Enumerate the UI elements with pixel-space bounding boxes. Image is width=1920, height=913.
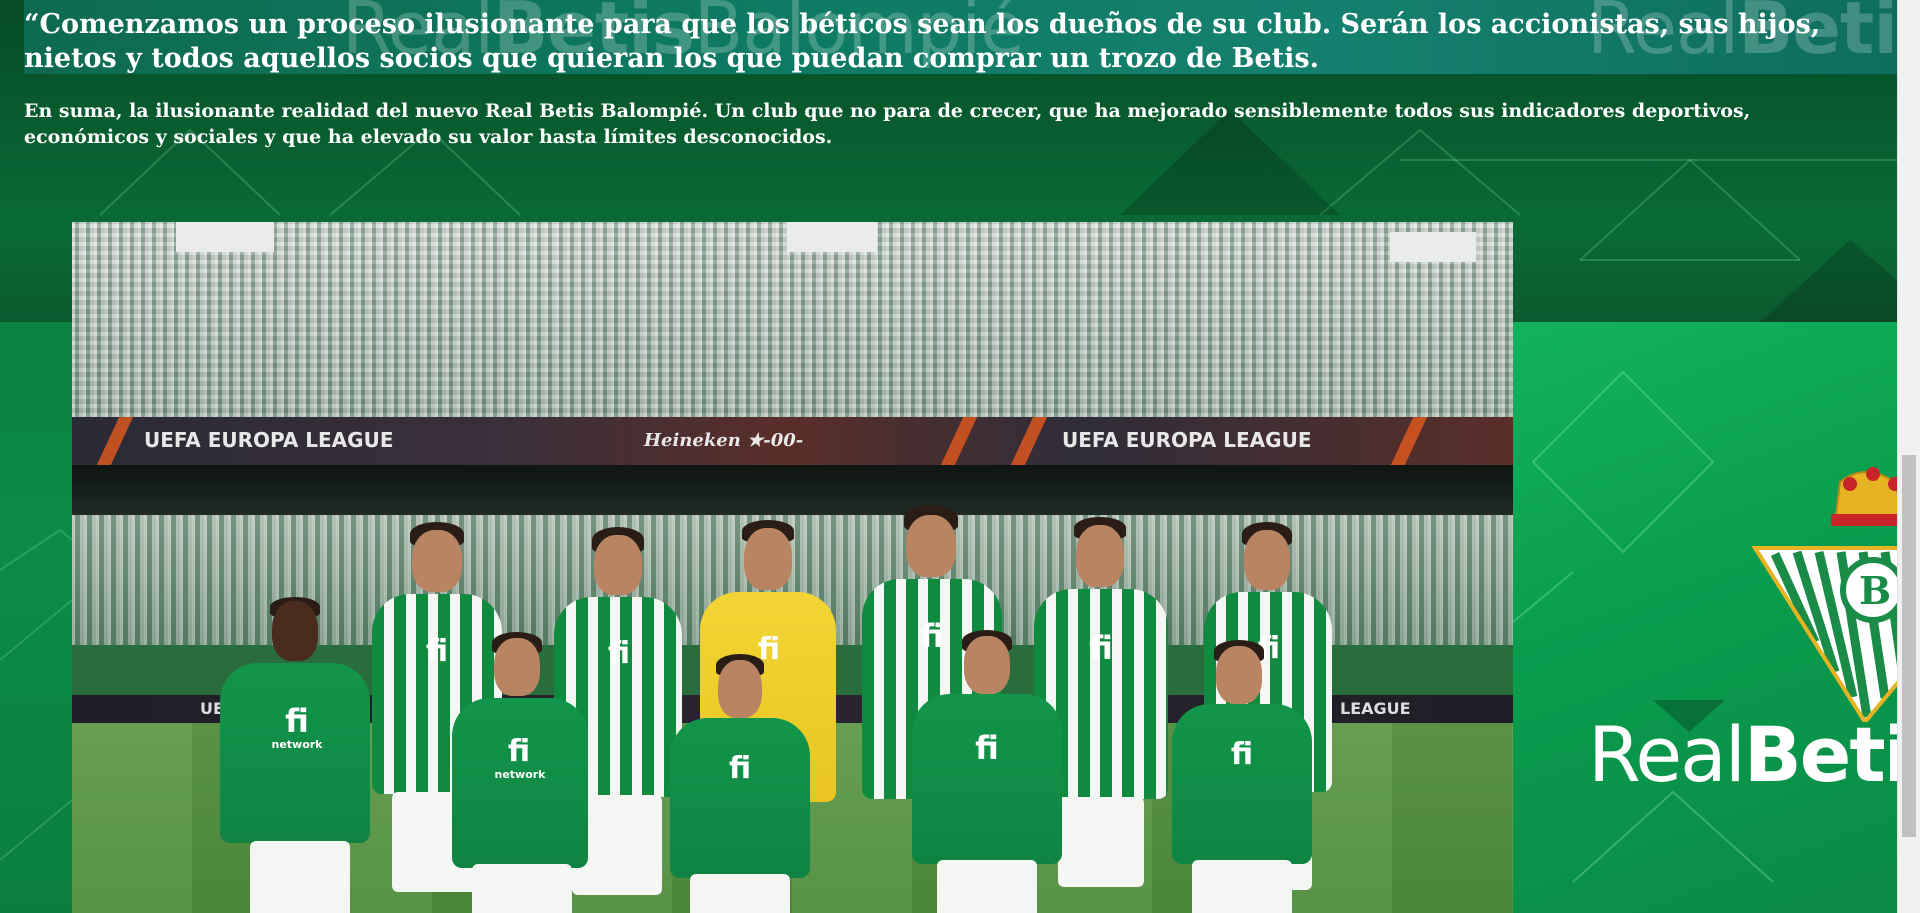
ad-board-text-right: UEFA EUROPA LEAGUE: [1062, 428, 1312, 452]
article-summary: En suma, la ilusionante realidad del nue…: [24, 100, 1751, 148]
player-shirt: [912, 694, 1062, 864]
player-head: [272, 601, 318, 661]
player-shirt: [220, 663, 370, 843]
player-sponsor: fi: [507, 734, 531, 769]
player-head: [906, 515, 956, 577]
player-shorts: [690, 874, 790, 913]
player-head: [1216, 646, 1262, 704]
player-sponsor: fi: [1230, 737, 1254, 772]
player-sponsor-sub: network: [494, 768, 546, 781]
page: B RealBetis RealBetisBalompié RealBetis …: [0, 0, 1920, 913]
player-shirt: [1172, 704, 1312, 864]
player-sponsor: fi: [920, 617, 944, 655]
ad-board-text-center: Heineken ★-00-: [644, 430, 804, 451]
page-scrollbar[interactable]: [1897, 0, 1920, 913]
player-sponsor: fi: [728, 751, 752, 786]
player-sponsor: fi: [975, 729, 999, 767]
ad-stripe: [1010, 417, 1048, 465]
photo-roof-shadow: [72, 465, 1513, 515]
ad-stripe: [940, 417, 978, 465]
photo-stand-structure: [1390, 232, 1476, 262]
ad-stripe: [1390, 417, 1428, 465]
article-quote: “Comenzamos un proceso ilusionante para …: [24, 9, 1821, 74]
player-head: [412, 530, 462, 592]
player-shorts: [472, 864, 572, 913]
pitchside-text-right: LEAGUE: [1340, 699, 1411, 718]
scrollbar-thumb[interactable]: [1902, 455, 1916, 837]
player-shirt: [452, 698, 588, 868]
player-head: [494, 638, 540, 696]
photo-ad-board: UEFA EUROPA LEAGUE Heineken ★-00- UEFA E…: [72, 417, 1513, 465]
player-shorts: [250, 841, 350, 913]
player-sponsor-sub: network: [271, 738, 323, 751]
ad-board-text-left: UEFA EUROPA LEAGUE: [144, 428, 394, 452]
ad-stripe: [96, 417, 134, 465]
player-head: [718, 660, 762, 718]
player-shorts: [937, 860, 1037, 913]
player-head: [594, 535, 642, 595]
player-shorts: [1192, 860, 1292, 913]
player-head: [1076, 525, 1124, 587]
svg-text:B: B: [1859, 568, 1891, 613]
player-head: [744, 528, 792, 590]
player-sponsor: fi: [1089, 629, 1113, 667]
player-sponsor: fi: [607, 636, 631, 671]
player-head: [1244, 530, 1290, 590]
player-sponsor: fi: [285, 702, 309, 740]
photo-stand-structure: [176, 222, 274, 252]
player-sponsor: fi: [425, 634, 449, 669]
player-shorts: [1058, 797, 1144, 887]
player-shirt: [670, 718, 810, 878]
photo-stand-structure: [787, 222, 877, 252]
team-photo: UEFA EUROPA LEAGUE Heineken ★-00- UEFA E…: [72, 222, 1513, 913]
betis-crest-icon: B: [1751, 467, 1897, 722]
side-panel: B RealBetis: [1513, 322, 1897, 913]
side-logo-text: RealBetis: [1588, 710, 1897, 799]
player-head: [964, 636, 1010, 694]
